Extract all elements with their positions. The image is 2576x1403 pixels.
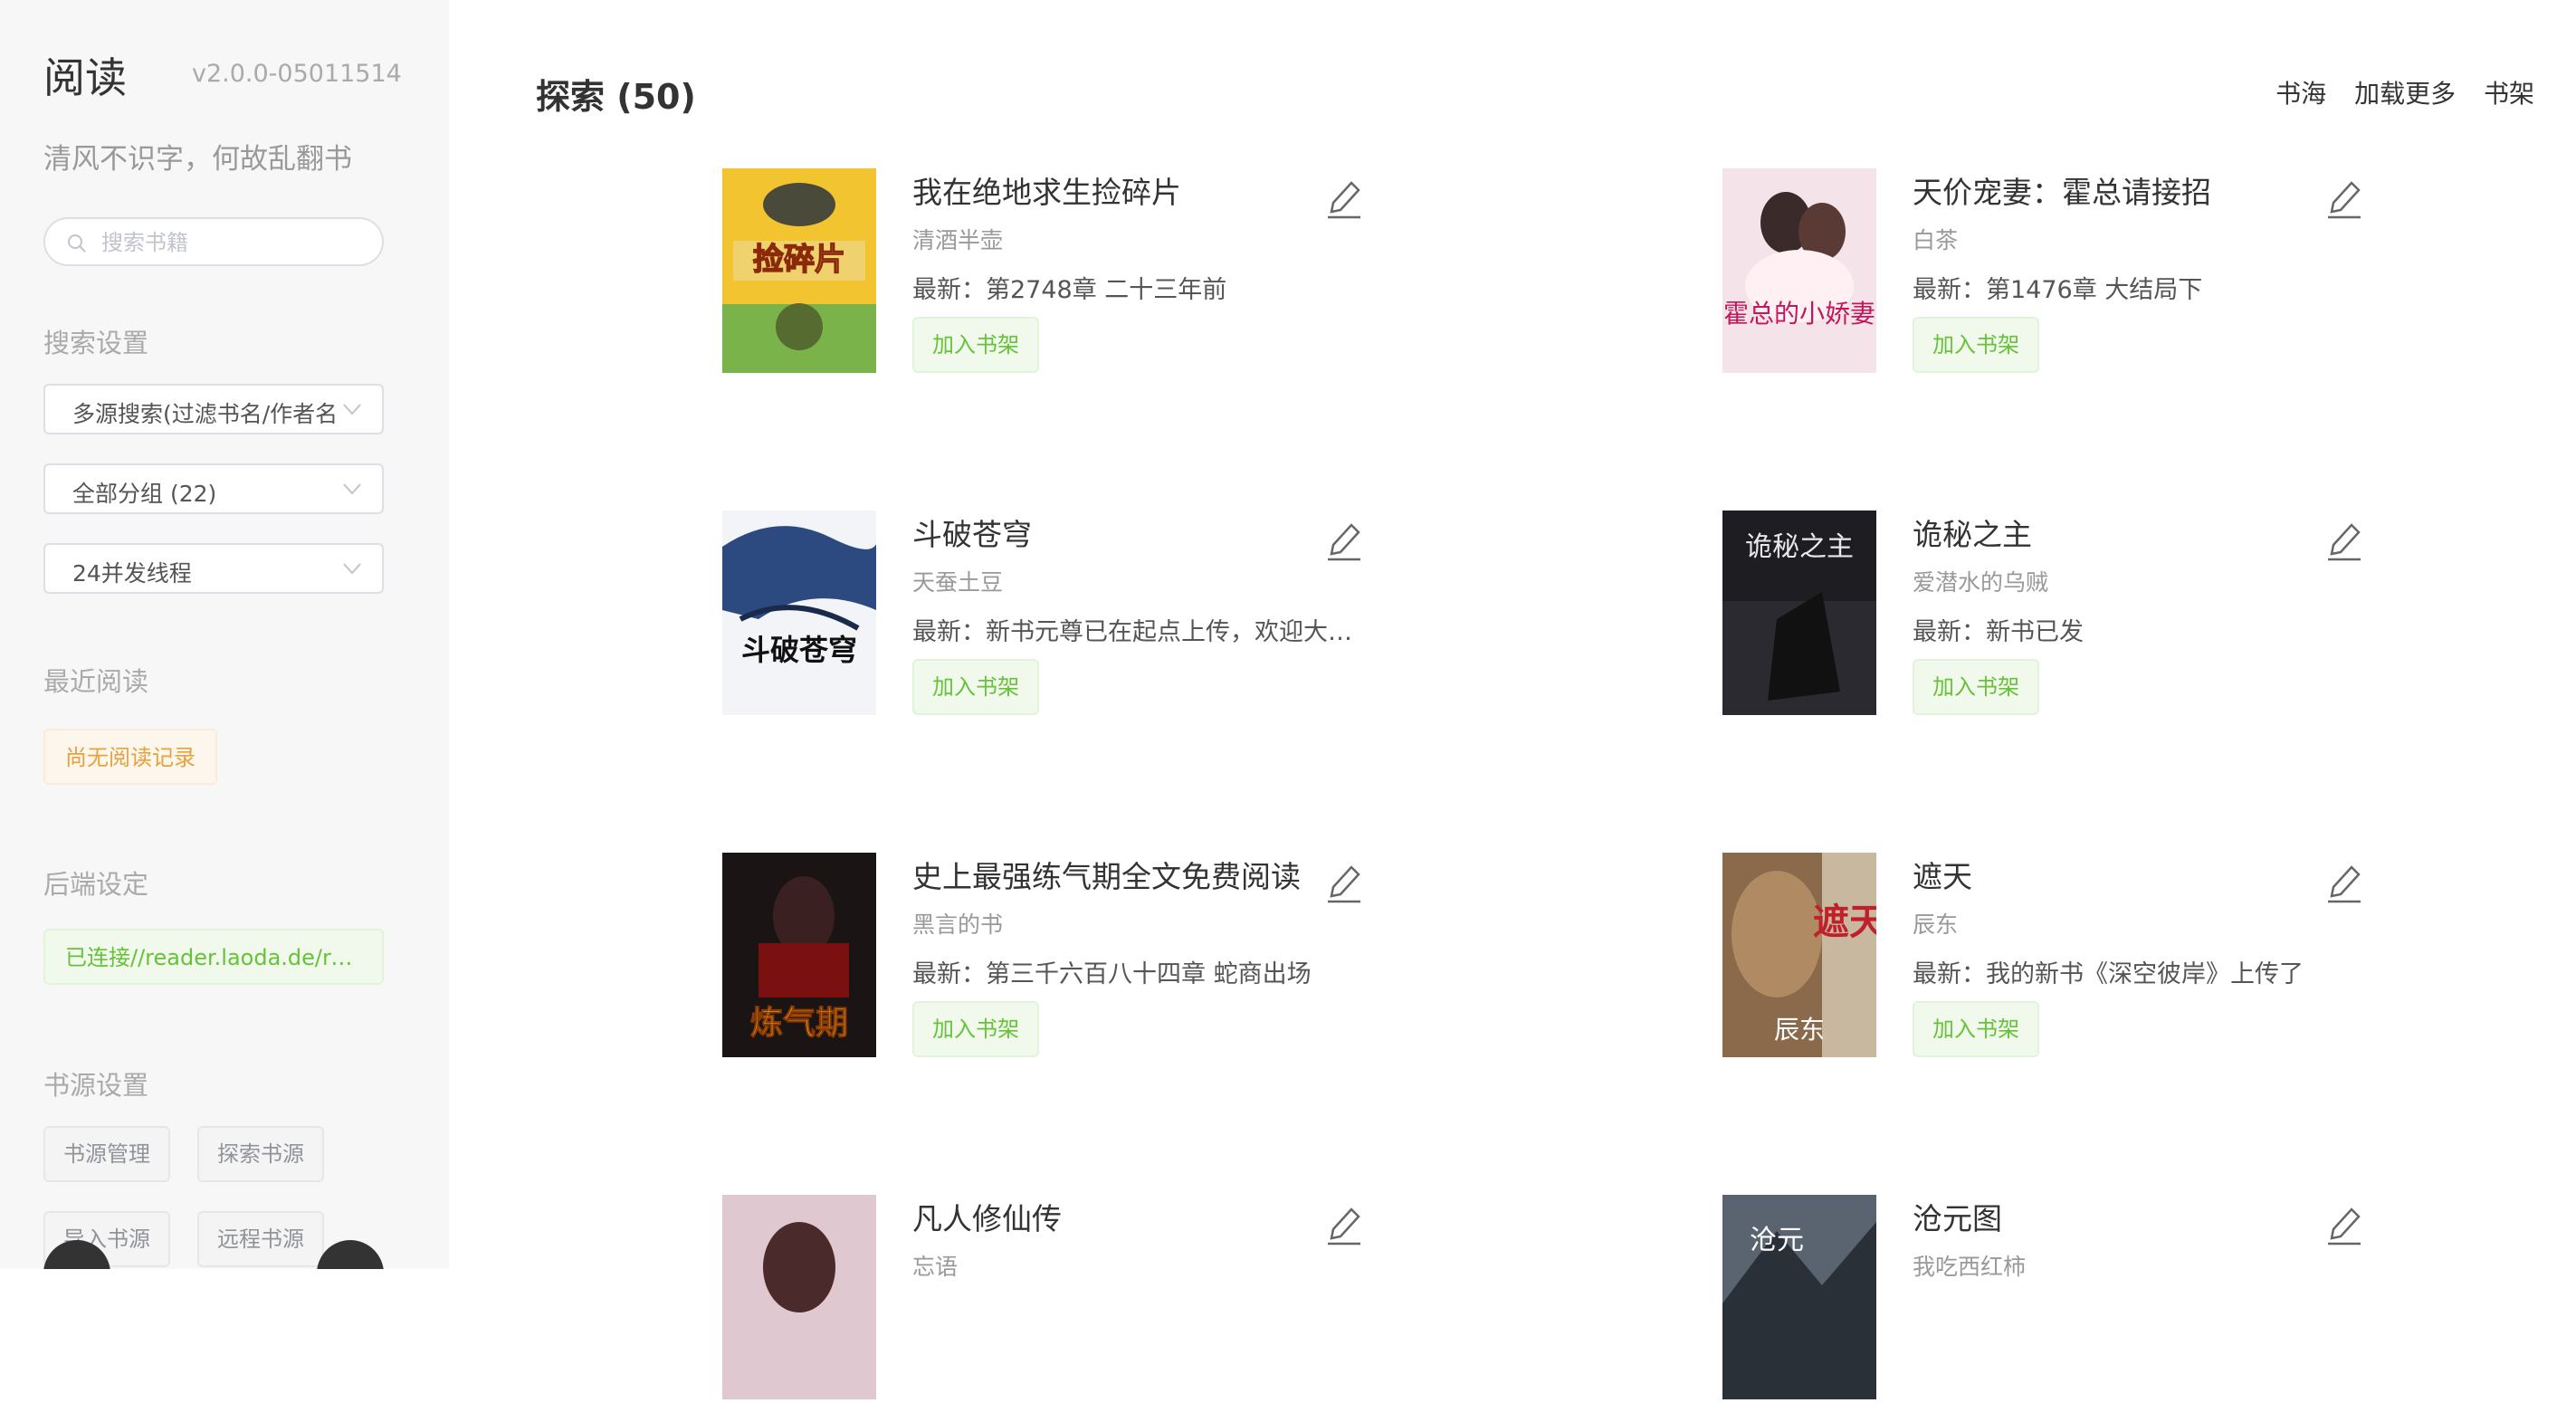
load-more-link[interactable]: 加载更多 xyxy=(2354,79,2456,109)
search-box[interactable] xyxy=(43,217,384,266)
svg-text:遮天: 遮天 xyxy=(1813,901,1876,943)
book-card[interactable]: 炼气期 史上最强练气期全文免费阅读 黑言的书 最新：第三千六百八十四章 蛇商出场… xyxy=(722,853,1410,1061)
chevron-down-icon xyxy=(343,483,361,495)
group-select-value: 全部分组 (22) xyxy=(72,481,217,507)
thread-select-value: 24并发线程 xyxy=(72,560,192,587)
source-settings-label: 书源设置 xyxy=(43,1070,149,1101)
remote-source-button[interactable]: 远程书源 xyxy=(197,1211,324,1267)
book-card[interactable]: 遮天 辰东 遮天 辰东 最新：我的新书《深空彼岸》上传了 加入书架 xyxy=(1722,853,2410,1061)
page-title: 探索 (50) xyxy=(536,77,696,117)
source-manage-button[interactable]: 书源管理 xyxy=(43,1126,170,1182)
add-to-shelf-button[interactable]: 加入书架 xyxy=(1913,317,2039,373)
edit-icon[interactable] xyxy=(2324,862,2364,905)
book-card[interactable]: 捡碎片 我在绝地求生捡碎片 清酒半壶 最新：第2748章 二十三年前 加入书架 xyxy=(722,168,1410,377)
book-latest-chapter: 最新：新书元尊已在起点上传，欢迎大家前往阅读 xyxy=(912,618,1365,646)
book-title[interactable]: 史上最强练气期全文免费阅读 xyxy=(912,853,1301,896)
book-author: 天蚕土豆 xyxy=(912,569,1004,596)
book-author: 忘语 xyxy=(912,1254,959,1280)
search-settings-label: 搜索设置 xyxy=(43,328,149,358)
book-author: 我吃西红柿 xyxy=(1913,1254,2027,1280)
no-history-badge: 尚无阅读记录 xyxy=(43,729,217,785)
search-mode-value: 多源搜索(过滤书名/作者名) xyxy=(72,401,335,427)
main-content: 探索 (50) 书海 加载更多 书架 捡碎片 我在绝地求生捡碎片 清酒半壶 最新… xyxy=(449,0,2576,1399)
cover-dark-icon[interactable]: 诡秘之主 xyxy=(1722,511,1876,715)
book-title[interactable]: 天价宠妻：霍总请接招 xyxy=(1913,168,2211,212)
edit-icon[interactable] xyxy=(1324,1204,1364,1247)
app-title: 阅读 xyxy=(43,53,127,102)
backend-label: 后端设定 xyxy=(43,869,149,900)
bookshelf-link[interactable]: 书架 xyxy=(2484,79,2534,109)
cover-ink-icon[interactable]: 斗破苍穹 xyxy=(722,511,876,715)
svg-text:诡秘之主: 诡秘之主 xyxy=(1745,531,1854,563)
cover-hero-icon[interactable]: 遮天 辰东 xyxy=(1722,853,1876,1057)
top-links: 书海 加载更多 书架 xyxy=(2256,74,2534,110)
svg-text:沧元: 沧元 xyxy=(1750,1225,1804,1256)
book-author: 黑言的书 xyxy=(912,911,1004,938)
svg-text:斗破苍穹: 斗破苍穹 xyxy=(741,633,857,667)
book-latest-chapter: 最新：第2748章 二十三年前 xyxy=(912,276,1227,304)
edit-icon[interactable] xyxy=(1324,177,1364,221)
search-icon xyxy=(68,234,86,253)
book-author: 清酒半壶 xyxy=(912,227,1004,253)
cover-mountain-icon[interactable]: 沧元 xyxy=(1722,1195,1876,1399)
add-to-shelf-button[interactable]: 加入书架 xyxy=(912,317,1039,373)
book-latest-chapter: 最新：第三千六百八十四章 蛇商出场 xyxy=(912,960,1312,988)
book-latest-chapter: 最新：新书已发 xyxy=(1913,618,2084,646)
book-latest-chapter: 最新：第1476章 大结局下 xyxy=(1913,276,2203,304)
book-title[interactable]: 斗破苍穹 xyxy=(912,511,1032,554)
book-card[interactable]: 凡人修仙传 忘语 xyxy=(722,1195,1410,1403)
version-label: v2.0.0-05011514 xyxy=(192,60,402,88)
book-title[interactable]: 遮天 xyxy=(1913,853,1972,896)
recent-reading-label: 最近阅读 xyxy=(43,666,149,697)
book-author: 爱潜水的乌贼 xyxy=(1913,569,2049,596)
edit-icon[interactable] xyxy=(2324,1204,2364,1247)
book-latest-chapter: 最新：我的新书《深空彼岸》上传了 xyxy=(1913,960,2304,988)
group-select[interactable]: 全部分组 (22) xyxy=(43,463,384,514)
backend-status-badge[interactable]: 已连接//reader.laoda.de/reader3 xyxy=(43,929,384,985)
book-title[interactable]: 我在绝地求生捡碎片 xyxy=(912,168,1181,212)
add-to-shelf-button[interactable]: 加入书架 xyxy=(1913,1001,2039,1057)
edit-icon[interactable] xyxy=(1324,862,1364,905)
book-title[interactable]: 沧元图 xyxy=(1913,1195,2002,1238)
night-mode-icon[interactable] xyxy=(317,1240,384,1269)
explore-source-button[interactable]: 探索书源 xyxy=(197,1126,324,1182)
svg-text:辰东: 辰东 xyxy=(1774,1015,1825,1045)
edit-icon[interactable] xyxy=(2324,520,2364,563)
cover-xianxia-icon[interactable] xyxy=(722,1195,876,1399)
thread-select[interactable]: 24并发线程 xyxy=(43,543,384,594)
add-to-shelf-button[interactable]: 加入书架 xyxy=(1913,659,2039,715)
add-to-shelf-button[interactable]: 加入书架 xyxy=(912,1001,1039,1057)
book-card[interactable]: 斗破苍穹 斗破苍穹 天蚕土豆 最新：新书元尊已在起点上传，欢迎大家前往阅读 加入… xyxy=(722,511,1410,719)
book-card[interactable]: 沧元 沧元图 我吃西红柿 xyxy=(1722,1195,2410,1403)
add-to-shelf-button[interactable]: 加入书架 xyxy=(912,659,1039,715)
book-card[interactable]: 霍总的小娇妻 天价宠妻：霍总请接招 白茶 最新：第1476章 大结局下 加入书架 xyxy=(1722,168,2410,377)
cover-warrior-icon[interactable]: 炼气期 xyxy=(722,853,876,1057)
book-author: 辰东 xyxy=(1913,911,1959,938)
edit-icon[interactable] xyxy=(1324,520,1364,563)
search-mode-select[interactable]: 多源搜索(过滤书名/作者名) xyxy=(43,384,384,434)
svg-text:炼气期: 炼气期 xyxy=(750,1004,848,1042)
chevron-down-icon xyxy=(343,404,361,415)
svg-text:捡碎片: 捡碎片 xyxy=(753,242,845,278)
search-input[interactable] xyxy=(101,228,364,257)
book-title[interactable]: 凡人修仙传 xyxy=(912,1195,1062,1238)
book-card[interactable]: 诡秘之主 诡秘之主 爱潜水的乌贼 最新：新书已发 加入书架 xyxy=(1722,511,2410,719)
tagline: 清风不识字，何故乱翻书 xyxy=(43,143,352,176)
svg-text:霍总的小娇妻: 霍总的小娇妻 xyxy=(1723,299,1875,329)
chevron-down-icon xyxy=(343,563,361,575)
book-author: 白茶 xyxy=(1913,227,1959,253)
book-title[interactable]: 诡秘之主 xyxy=(1913,511,2032,554)
cover-pubg-icon[interactable]: 捡碎片 xyxy=(722,168,876,373)
cover-romance-icon[interactable]: 霍总的小娇妻 xyxy=(1722,168,1876,373)
sidebar: 阅读 v2.0.0-05011514 清风不识字，何故乱翻书 搜索设置 多源搜索… xyxy=(0,0,449,1269)
edit-icon[interactable] xyxy=(2324,177,2364,221)
book-sea-link[interactable]: 书海 xyxy=(2275,79,2326,109)
